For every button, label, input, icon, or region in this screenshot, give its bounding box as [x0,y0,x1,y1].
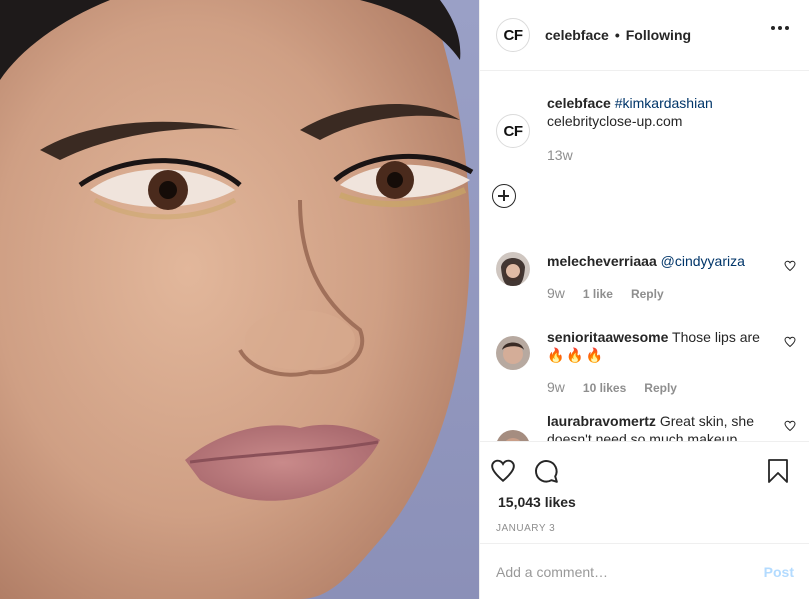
post-actions: 15,043 likes JANUARY 3 [480,441,809,543]
comment-meta: 9w 1 like Reply [547,284,767,303]
add-comment-input[interactable] [496,563,764,580]
comment-text: Those lips are [672,329,760,345]
comment-emoji: 🔥🔥🔥 [547,347,606,363]
comment-time[interactable]: 9w [547,378,565,396]
comments-list[interactable]: CF celebface #kimkardashian celebrityclo… [480,72,809,441]
post-date[interactable]: JANUARY 3 [496,523,555,534]
comment-username[interactable]: laurabravomertz [547,413,656,429]
caption-hashtag[interactable]: #kimkardashian [615,95,713,111]
caption-username[interactable]: celebface [547,95,611,111]
save-bookmark-icon[interactable] [766,458,790,484]
comment-username[interactable]: melecheverriaaa [547,253,657,269]
post-caption: CF celebface #kimkardashian celebrityclo… [496,94,796,164]
load-more-comments-icon[interactable] [492,184,516,208]
caption-text: celebrityclose-up.com [547,113,683,129]
post-comment-button[interactable]: Post [764,564,794,580]
comment-body: senioritaawesome Those lips are 🔥🔥🔥 9w 1… [547,328,767,397]
commenter-avatar[interactable] [496,252,530,286]
comment-icon[interactable] [533,458,559,484]
reply-button[interactable]: Reply [644,379,677,397]
like-icon[interactable] [490,458,516,484]
comment-like-icon[interactable] [784,336,796,348]
post-side-panel: CF celebface • Following CF celebface #k… [479,0,809,599]
post-header: CF celebface • Following [480,0,809,71]
reply-button[interactable]: Reply [631,285,664,303]
likes-count[interactable]: 15,043 likes [498,494,576,510]
comment-item: senioritaawesome Those lips are 🔥🔥🔥 9w 1… [496,328,796,397]
author-avatar[interactable]: CF [496,18,530,52]
caption-avatar[interactable]: CF [496,114,530,148]
face-illustration [0,0,479,599]
comment-item: laurabravomertz Great skin, she doesn't … [496,412,796,441]
comment-time[interactable]: 9w [547,284,565,302]
caption-body: celebface #kimkardashian celebrityclose-… [547,94,796,164]
separator-dot: • [614,27,620,43]
comment-like-icon[interactable] [784,260,796,272]
caption-time[interactable]: 13w [547,146,796,164]
more-options-icon[interactable] [771,26,789,30]
post-photo[interactable] [0,0,479,599]
add-comment-bar: Post [480,543,809,599]
comment-like-icon[interactable] [784,420,796,432]
comment-meta: 9w 10 likes Reply [547,378,767,397]
following-button[interactable]: Following [626,27,691,43]
comment-mention[interactable]: @cindyyariza [661,253,745,269]
comment-item: melecheverriaaa @cindyyariza 9w 1 like R… [496,252,796,303]
comment-body: laurabravomertz Great skin, she doesn't … [547,412,767,441]
author-username[interactable]: celebface [545,27,609,43]
comment-username[interactable]: senioritaawesome [547,329,668,345]
comment-likes[interactable]: 10 likes [583,379,626,397]
comment-likes[interactable]: 1 like [583,285,613,303]
comment-body: melecheverriaaa @cindyyariza 9w 1 like R… [547,252,767,303]
commenter-avatar[interactable] [496,336,530,370]
commenter-avatar[interactable] [496,430,530,441]
